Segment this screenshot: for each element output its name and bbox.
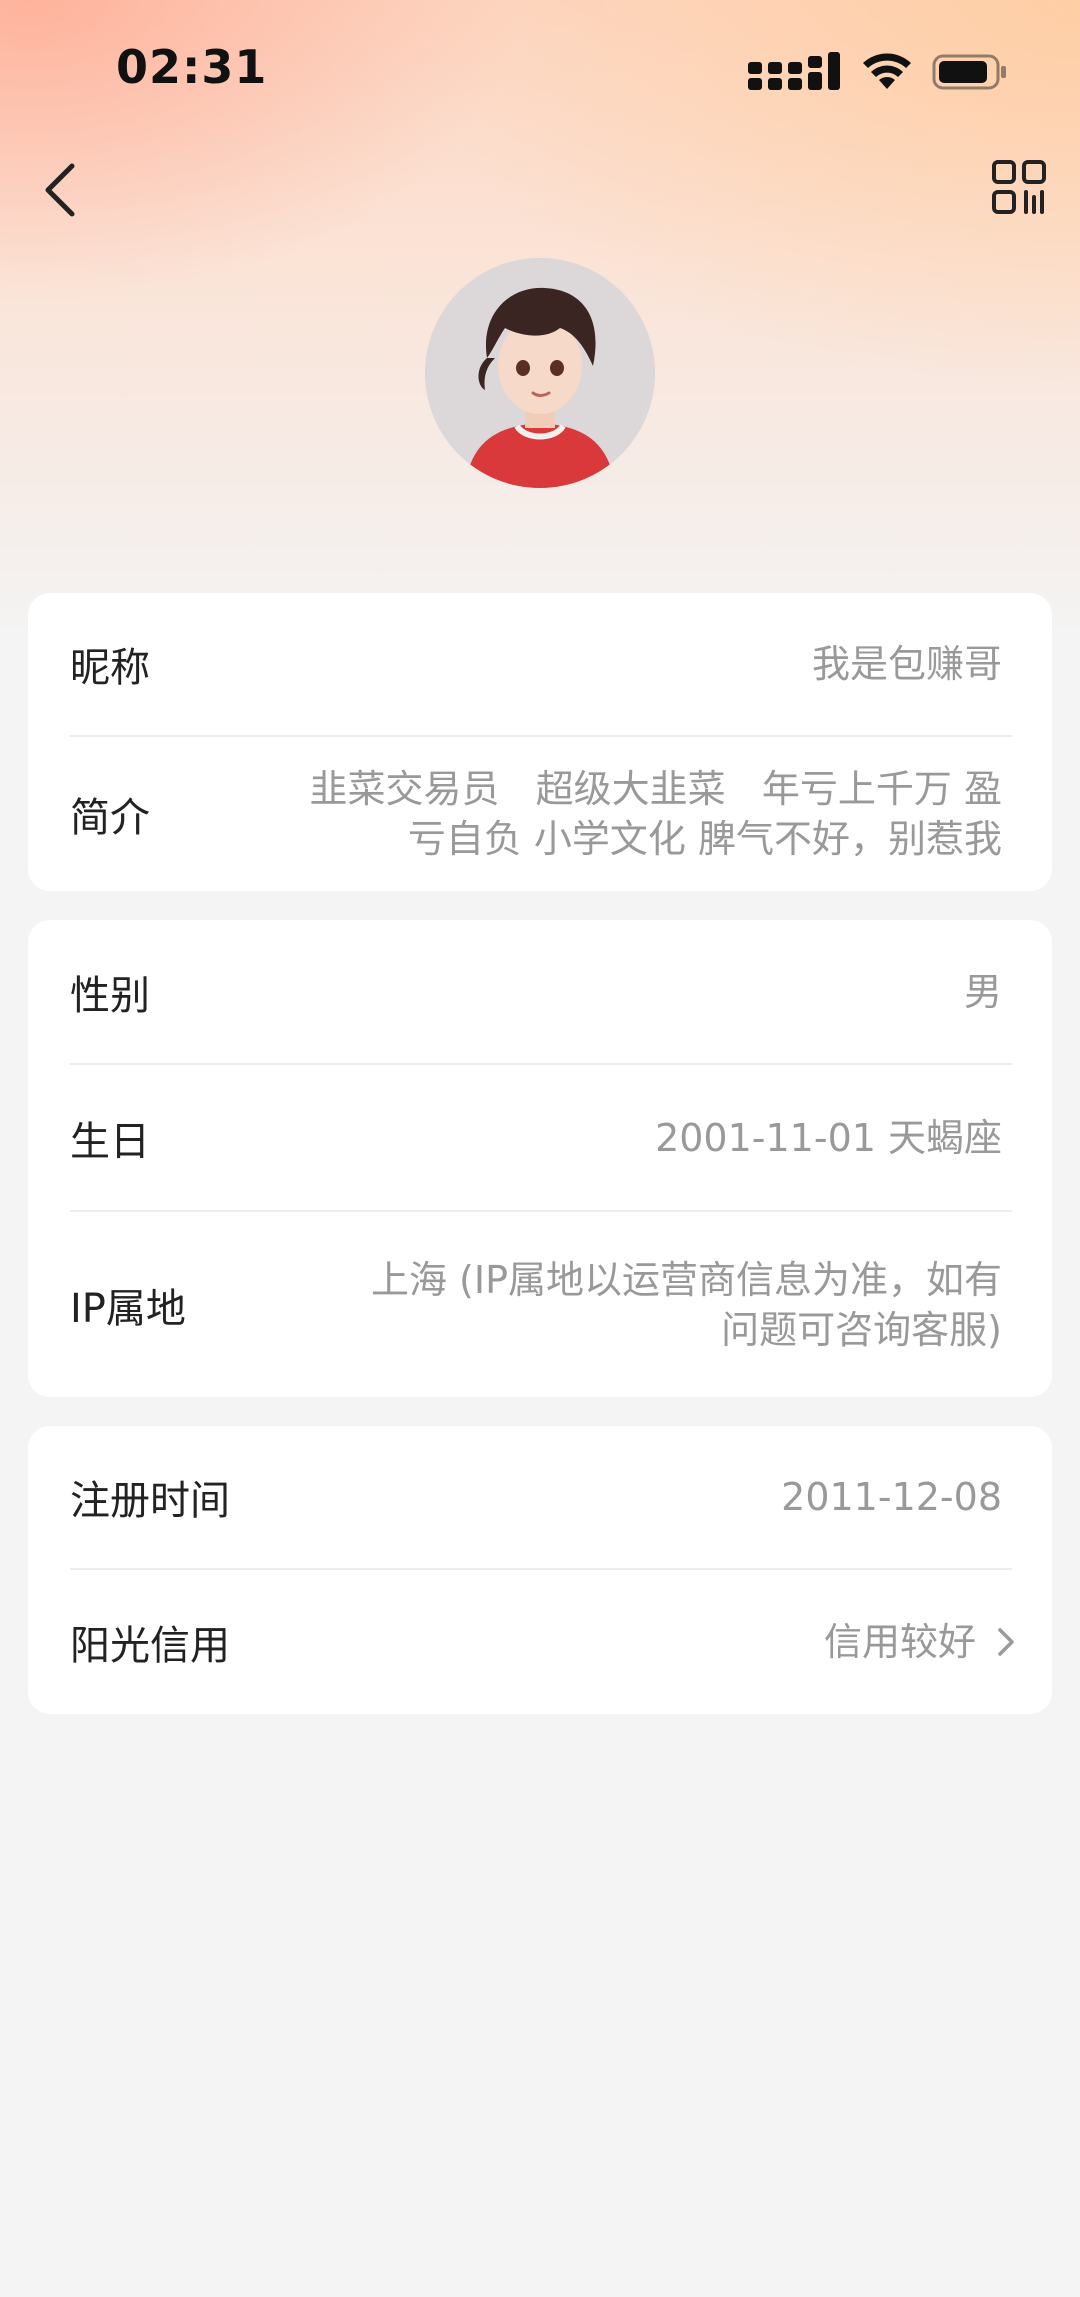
- bio-value: 韭菜交易员 超级大韭菜 年亏上千万 盈 亏自负 小学文化 脾气不好，别惹我: [150, 764, 1012, 864]
- battery-icon: [932, 54, 1006, 90]
- ip-location-value: 上海 (IP属地以运营商信息为准，如有 问题可咨询客服): [186, 1255, 1012, 1355]
- chevron-right-icon: [994, 1622, 1024, 1662]
- nickname-row[interactable]: 昵称 我是包赚哥: [70, 593, 1012, 737]
- status-icons: [746, 50, 1008, 94]
- birthday-row[interactable]: 生日 2001-11-01 天蝎座: [70, 1065, 1012, 1212]
- profile-info-screen: 02:31 昵称 我是包赚哥 简介 韭菜交易员 超级大韭菜 年亏上千万 盈 亏自…: [0, 0, 1080, 2297]
- birthday-value: 2001-11-01 天蝎座: [655, 1115, 1002, 1160]
- avatar-illustration: [425, 258, 655, 488]
- basic-info-card: 昵称 我是包赚哥 简介 韭菜交易员 超级大韭菜 年亏上千万 盈 亏自负 小学文化…: [28, 593, 1052, 891]
- chevron-left-icon: [45, 163, 75, 217]
- gender-value: 男: [963, 969, 1002, 1014]
- status-time: 02:31: [116, 40, 268, 94]
- nickname-label: 昵称: [70, 645, 150, 691]
- sunshine-credit-label: 阳光信用: [70, 1623, 230, 1669]
- wifi-icon: [863, 53, 911, 89]
- ip-location-value-line1: 上海 (IP属地以运营商信息为准，如有: [370, 1257, 1002, 1302]
- register-time-value: 2011-12-08: [781, 1475, 1002, 1519]
- ip-location-label: IP属地: [70, 1285, 186, 1332]
- avatar[interactable]: [425, 258, 655, 488]
- personal-info-card: 性别 男 生日 2001-11-01 天蝎座 IP属地 上海 (IP属地以运营商…: [28, 920, 1052, 1397]
- register-time-row[interactable]: 注册时间 2011-12-08: [70, 1426, 1012, 1570]
- bio-value-line2: 亏自负 小学文化 脾气不好，别惹我: [407, 817, 1002, 861]
- gender-label: 性别: [70, 972, 150, 1019]
- signal-icon: [748, 52, 840, 90]
- register-time-label: 注册时间: [70, 1478, 230, 1524]
- account-info-card: 注册时间 2011-12-08 阳光信用 信用较好: [28, 1426, 1052, 1714]
- sunshine-credit-value: 信用较好: [823, 1620, 976, 1664]
- qr-code-button[interactable]: [984, 152, 1054, 222]
- qr-code-icon: [992, 160, 1046, 214]
- birthday-label: 生日: [70, 1118, 150, 1165]
- back-button[interactable]: [20, 150, 100, 230]
- bio-label: 简介: [70, 795, 150, 841]
- bio-value-line1: 韭菜交易员 超级大韭菜 年亏上千万 盈: [309, 767, 1002, 811]
- ip-location-row[interactable]: IP属地 上海 (IP属地以运营商信息为准，如有 问题可咨询客服): [70, 1212, 1012, 1397]
- sunshine-credit-row[interactable]: 阳光信用 信用较好: [70, 1570, 1014, 1714]
- nickname-value: 我是包赚哥: [811, 642, 1002, 686]
- gender-row[interactable]: 性别 男: [70, 920, 1012, 1065]
- ip-location-value-line2: 问题可咨询客服): [721, 1307, 1002, 1352]
- bio-row[interactable]: 简介 韭菜交易员 超级大韭菜 年亏上千万 盈 亏自负 小学文化 脾气不好，别惹我: [70, 737, 1012, 891]
